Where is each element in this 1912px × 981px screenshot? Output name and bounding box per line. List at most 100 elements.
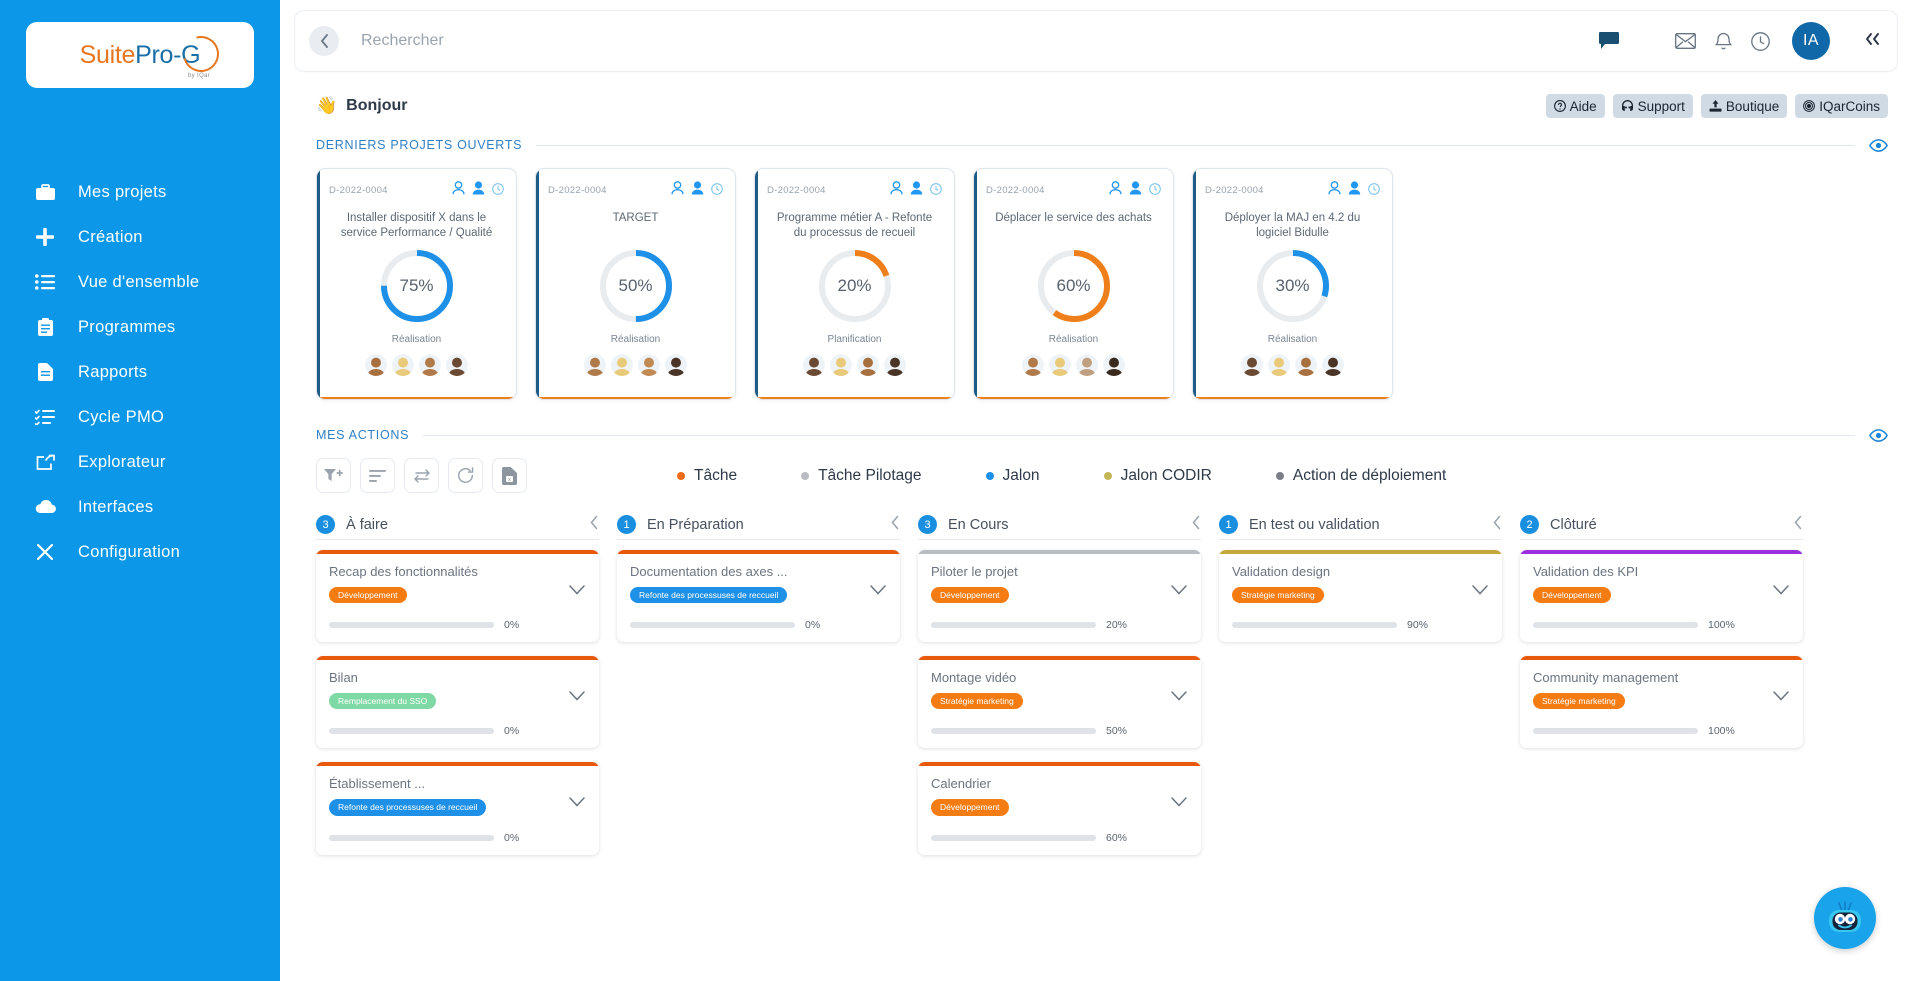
chat-icon[interactable] [1599,32,1619,50]
avatar[interactable]: IA [1792,22,1830,60]
project-card-icons [452,181,504,200]
actions-toolbar-row: x Tâche Tâche Pilotage Jalon Jalon CODIR… [280,442,1912,493]
chevron-down-icon[interactable] [1773,688,1789,705]
user-filled-icon[interactable] [691,181,704,200]
refresh-button[interactable] [448,458,483,493]
user-outline-icon[interactable] [1328,181,1341,200]
iqarcoins-button[interactable]: IQarCoins [1795,94,1888,118]
sidebar-item-mes-projets[interactable]: Mes projets [0,170,280,214]
user-filled-icon[interactable] [1129,181,1142,200]
kanban-card[interactable]: Validation des KPI Développement 100% [1520,550,1803,643]
sidebar-item-programmes[interactable]: Programmes [0,305,280,349]
kanban-card-body: Documentation des axes ... Refonte des p… [617,554,900,642]
collapse-column-button[interactable] [1191,515,1201,534]
user-filled-icon[interactable] [472,181,485,200]
project-card[interactable]: D-2022-0004 TARGET 50% Réalisation [535,168,736,400]
kanban-card[interactable]: Piloter le projet Développement 20% [918,550,1201,643]
kanban-card[interactable]: Montage vidéo Stratégie marketing 50% [918,656,1201,749]
sort-button[interactable] [360,458,395,493]
boutique-button[interactable]: Boutique [1700,94,1788,118]
chevron-down-icon[interactable] [569,794,585,811]
chatbot-button[interactable] [1814,887,1876,949]
sidebar-item-explorateur[interactable]: Explorateur [0,440,280,484]
search-input[interactable] [339,32,1599,50]
project-card[interactable]: D-2022-0004 Déplacer le service des acha… [973,168,1174,400]
project-card[interactable]: D-2022-0004 Programme métier A - Refonte… [754,168,955,400]
eye-icon[interactable] [1869,428,1888,442]
chevron-down-icon[interactable] [569,688,585,705]
export-excel-button[interactable]: x [492,458,527,493]
chevron-down-icon[interactable] [1472,582,1488,599]
user-outline-icon[interactable] [890,181,903,200]
progress-track [630,622,795,629]
kanban-card[interactable]: Recap des fonctionnalités Développement … [316,550,599,643]
user-outline-icon[interactable] [1109,181,1122,200]
bell-icon[interactable] [1715,32,1732,51]
project-percent: 30% [1275,276,1310,296]
kanban-column-title: En test ou validation [1249,516,1380,533]
app-logo[interactable]: SuitePro-G by IQar [26,22,254,88]
swap-button[interactable] [404,458,439,493]
project-progress-donut: 50% [548,247,723,325]
kanban-card[interactable]: Bilan Remplacement du SSO 0% [316,656,599,749]
kanban-card[interactable]: Community management Stratégie marketing… [1520,656,1803,749]
kanban-card[interactable]: Établissement ... Refonte des processuse… [316,762,599,855]
avatar [884,354,906,377]
clock-icon[interactable] [711,182,723,200]
avatar [1076,354,1098,376]
robot-assistant-icon [1829,901,1861,932]
clock-icon[interactable] [1149,182,1161,200]
clock-icon[interactable] [1751,31,1770,51]
eye-icon[interactable] [1869,138,1888,152]
collapse-column-button[interactable] [589,515,599,534]
clock-icon[interactable] [1368,182,1380,200]
mail-icon[interactable] [1675,33,1696,49]
collapse-column-button[interactable] [1492,515,1502,534]
kanban-card[interactable]: Validation design Stratégie marketing 90… [1219,550,1502,643]
project-card-header: D-2022-0004 [329,181,504,200]
apps-grid-icon[interactable] [1638,32,1656,50]
avatar [1268,354,1290,377]
double-chevron-left-icon[interactable] [1863,31,1881,51]
user-filled-icon[interactable] [910,181,923,200]
sidebar-item-vue-densemble[interactable]: Vue d'ensemble [0,260,280,304]
collapse-column-button[interactable] [890,515,900,534]
chevron-down-icon[interactable] [1171,582,1187,599]
kanban-card-progress: 50% [931,725,1189,737]
user-outline-icon[interactable] [671,181,684,200]
support-button[interactable]: Support [1612,94,1693,118]
chevron-down-icon[interactable] [1171,688,1187,705]
question-circle-icon [1553,100,1566,112]
chevron-down-icon[interactable] [870,582,886,599]
kanban-card[interactable]: Documentation des axes ... Refonte des p… [617,550,900,643]
add-filter-button[interactable] [316,458,351,493]
clock-icon[interactable] [930,182,942,200]
sidebar-item-rapports[interactable]: Rapports [0,350,280,394]
sidebar-item-creation[interactable]: Création [0,215,280,259]
app-root: SuitePro-G by IQar Mes projets Création [0,0,1912,981]
sidebar-item-interfaces[interactable]: Interfaces [0,485,280,529]
project-percent: 50% [618,276,653,295]
button-label: Aide [1569,98,1597,114]
back-button[interactable] [309,26,339,56]
collapse-column-button[interactable] [1793,515,1803,534]
clock-icon[interactable] [492,182,504,200]
user-filled-icon[interactable] [1348,181,1361,200]
chevron-down-icon[interactable] [1773,582,1789,599]
kanban-card-progress: 0% [329,832,587,844]
divider [918,539,1201,540]
kanban-card[interactable]: Calendrier Développement 60% [918,762,1201,855]
aide-button[interactable]: Aide [1545,94,1605,118]
legend-label: Tâche [694,466,738,484]
user-outline-icon[interactable] [452,181,465,200]
chevron-down-icon[interactable] [569,582,585,599]
project-card[interactable]: D-2022-0004 Installer dispositif X dans … [316,168,517,400]
document-icon [34,363,56,381]
chevron-down-icon[interactable] [1171,794,1187,811]
sidebar-item-configuration[interactable]: Configuration [0,530,280,574]
kanban-column-header: 1 En Préparation [617,515,900,539]
avatar [365,354,387,377]
upload-store-icon [1709,100,1722,112]
sidebar-item-cycle-pmo[interactable]: Cycle PMO [0,395,280,439]
project-card[interactable]: D-2022-0004 Déployer la MAJ en 4.2 du lo… [1192,168,1393,400]
